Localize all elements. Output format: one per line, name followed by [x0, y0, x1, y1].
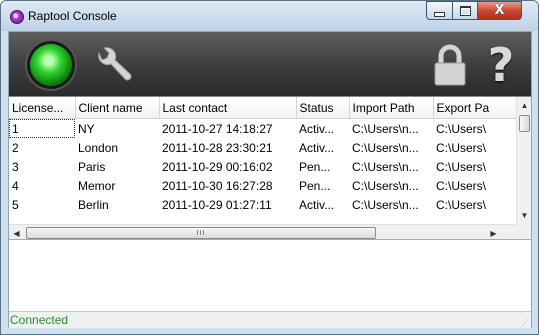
clients-table: License... Client name Last contact Stat… — [9, 97, 517, 214]
column-header-client-name[interactable]: Client name — [75, 97, 160, 119]
column-header-last-contact[interactable]: Last contact — [159, 97, 297, 119]
maximize-button[interactable] — [452, 1, 478, 20]
scroll-up-arrow-icon[interactable]: ▲ — [517, 97, 531, 113]
cell-status: Pen... — [299, 159, 331, 174]
cell-client-name: Berlin — [78, 197, 109, 212]
cell-license: 5 — [12, 197, 19, 212]
column-header-license[interactable]: License... — [9, 97, 76, 119]
cell-license: 3 — [12, 159, 19, 174]
cell-last-contact: 2011-10-29 00:16:02 — [162, 159, 273, 174]
cell-export-path: C:\Users\ — [436, 197, 487, 212]
app-icon — [10, 10, 24, 24]
cell-license: 4 — [12, 178, 19, 193]
column-header-export-path[interactable]: Export Pa — [433, 97, 517, 119]
table-row[interactable]: 3 Paris 2011-10-29 00:16:02 Pen... C:\Us… — [9, 157, 516, 176]
resize-grip-icon[interactable]: ⋰ — [521, 318, 529, 327]
settings-button[interactable] — [87, 40, 139, 90]
table-row[interactable]: 1 NY 2011-10-27 14:18:27 Activ... C:\Use… — [9, 118, 516, 138]
cell-last-contact: 2011-10-30 16:27:28 — [162, 178, 273, 193]
app-window: Raptool Console X ? License... Client na… — [0, 0, 539, 335]
scrollbar-corner — [516, 224, 531, 240]
padlock-icon — [434, 44, 466, 86]
green-led-icon — [30, 44, 72, 86]
title-bar[interactable]: Raptool Console X — [1, 1, 538, 31]
lock-button[interactable] — [424, 40, 476, 90]
maximize-icon — [459, 5, 471, 16]
minimize-button[interactable] — [426, 1, 453, 20]
cell-last-contact: 2011-10-27 14:18:27 — [162, 121, 273, 136]
toolbar: ? — [9, 32, 531, 96]
horizontal-scrollbar[interactable]: ◀ III ▶ — [9, 224, 516, 240]
vertical-scrollbar[interactable]: ▲ ▼ — [516, 97, 531, 240]
minimize-icon — [434, 11, 445, 17]
cell-import-path: C:\Users\n... — [352, 178, 419, 193]
column-header-status[interactable]: Status — [296, 97, 350, 119]
wrench-icon — [98, 47, 132, 81]
cell-export-path: C:\Users\ — [436, 178, 487, 193]
cell-export-path: C:\Users\ — [436, 121, 487, 136]
cell-export-path: C:\Users\ — [436, 140, 487, 155]
cell-client-name: Paris — [78, 159, 106, 174]
clients-grid[interactable]: License... Client name Last contact Stat… — [9, 96, 531, 240]
cell-client-name: NY — [78, 121, 95, 136]
close-button[interactable]: X — [477, 1, 522, 20]
scroll-left-arrow-icon[interactable]: ◀ — [9, 225, 24, 240]
close-icon: X — [494, 3, 505, 18]
table-row[interactable]: 5 Berlin 2011-10-29 01:27:11 Activ... C:… — [9, 195, 516, 214]
cell-import-path: C:\Users\n... — [352, 197, 419, 212]
question-mark-icon: ? — [487, 38, 515, 92]
scroll-down-arrow-icon[interactable]: ▼ — [517, 207, 531, 223]
window-title: Raptool Console — [28, 9, 117, 23]
cell-status: Pen... — [299, 178, 331, 193]
cell-status: Activ... — [299, 121, 335, 136]
horizontal-scroll-thumb[interactable]: III — [26, 227, 376, 239]
column-header-import-path[interactable]: Import Path — [349, 97, 434, 119]
cell-status: Activ... — [299, 197, 335, 212]
table-row[interactable]: 2 London 2011-10-28 23:30:21 Activ... C:… — [9, 138, 516, 157]
status-bar: Connected ⋰ — [9, 311, 531, 328]
client-area: ? License... Client name Last contact St… — [8, 31, 532, 328]
cell-last-contact: 2011-10-29 01:27:11 — [162, 197, 272, 212]
connect-button[interactable] — [25, 40, 77, 90]
cell-status: Activ... — [299, 140, 335, 155]
vertical-scroll-thumb[interactable] — [519, 115, 530, 132]
cell-import-path: C:\Users\n... — [352, 140, 419, 155]
cell-last-contact: 2011-10-28 23:30:21 — [162, 140, 273, 155]
details-panel — [9, 239, 531, 320]
cell-license: 1 — [9, 118, 75, 138]
cell-client-name: London — [78, 140, 119, 155]
table-row[interactable]: 4 Memor 2011-10-30 16:27:28 Pen... C:\Us… — [9, 176, 516, 195]
scroll-right-arrow-icon[interactable]: ▶ — [486, 225, 501, 240]
cell-license: 2 — [12, 140, 19, 155]
cell-import-path: C:\Users\n... — [352, 121, 419, 136]
connection-status: Connected — [10, 313, 69, 327]
cell-import-path: C:\Users\n... — [352, 159, 419, 174]
cell-client-name: Memor — [78, 178, 116, 193]
help-button[interactable]: ? — [475, 40, 527, 90]
cell-export-path: C:\Users\ — [436, 159, 487, 174]
